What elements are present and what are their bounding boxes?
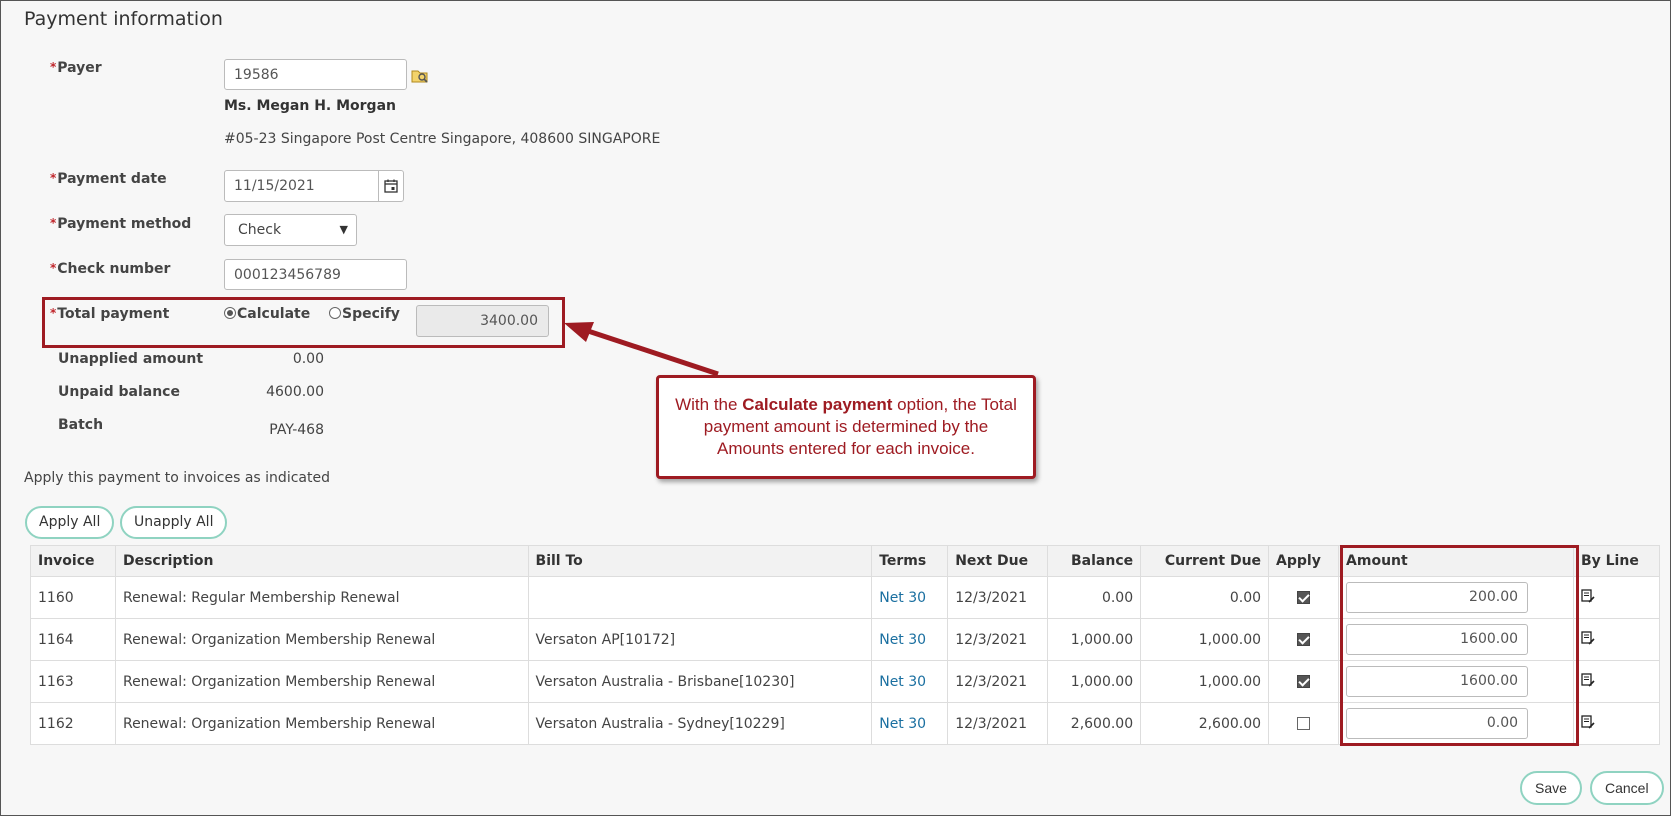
col-description[interactable]: Description — [114, 545, 529, 577]
callout-arrow — [564, 322, 719, 377]
col-by-line[interactable]: By Line — [1572, 545, 1661, 577]
balance-cell: 2,600.00 — [1047, 702, 1142, 745]
current-due-cell: 1,000.00 — [1140, 618, 1270, 661]
lookup-folder-icon[interactable] — [411, 68, 429, 84]
payer-address: #05-23 Singapore Post Centre Singapore, … — [224, 131, 661, 147]
payment-method-value: Check — [238, 222, 282, 238]
col-next-due[interactable]: Next Due — [947, 545, 1049, 577]
required-marker: * — [50, 60, 57, 74]
required-marker: * — [50, 171, 57, 185]
next-due-cell: 12/3/2021 — [947, 702, 1049, 745]
required-marker: * — [50, 261, 57, 275]
batch-label: Batch — [58, 417, 104, 433]
current-due-cell: 0.00 — [1140, 576, 1270, 619]
next-due-cell: 12/3/2021 — [947, 660, 1049, 703]
check-number-input[interactable] — [224, 259, 407, 290]
batch-value: PAY-468 — [269, 422, 324, 438]
description-cell: Renewal: Organization Membership Renewal — [114, 660, 529, 703]
description-cell: Renewal: Regular Membership Renewal — [114, 576, 529, 619]
apply-checkbox[interactable] — [1297, 633, 1311, 646]
terms-link[interactable]: Net 30 — [871, 660, 949, 703]
bill-to-cell: Versaton AP[10172] — [527, 618, 873, 661]
by-line-icon[interactable] — [1581, 714, 1595, 733]
chevron-down-icon: ▼ — [339, 223, 348, 236]
col-current-due[interactable]: Current Due — [1140, 545, 1270, 577]
col-balance[interactable]: Balance — [1047, 545, 1142, 577]
bill-to-cell: Versaton Australia - Sydney[10229] — [527, 702, 873, 745]
current-due-cell: 1,000.00 — [1140, 660, 1270, 703]
bill-to-cell — [527, 576, 873, 619]
invoice-cell: 1163 — [30, 660, 116, 703]
balance-cell: 0.00 — [1047, 576, 1142, 619]
col-apply[interactable]: Apply — [1268, 545, 1340, 577]
page-title: Payment information — [24, 8, 223, 30]
required-marker: * — [50, 216, 57, 230]
payment-date-field[interactable]: 11/15/2021 — [224, 170, 404, 202]
calendar-icon[interactable] — [378, 171, 403, 201]
amount-column-highlight — [1340, 545, 1579, 746]
payer-name: Ms. Megan H. Morgan — [224, 98, 396, 114]
check-number-label: *Check number — [50, 261, 171, 277]
unapplied-amount-label: Unapplied amount — [58, 351, 204, 367]
unapply-all-button[interactable]: Unapply All — [120, 506, 228, 539]
invoice-cell: 1160 — [30, 576, 116, 619]
invoice-cell: 1162 — [30, 702, 116, 745]
total-payment-highlight — [42, 297, 565, 348]
apply-all-button[interactable]: Apply All — [25, 506, 115, 539]
col-invoice[interactable]: Invoice — [30, 545, 116, 577]
current-due-cell: 2,600.00 — [1140, 702, 1270, 745]
unpaid-balance-label: Unpaid balance — [58, 384, 180, 400]
annotation-callout: With the Calculate payment option, the T… — [656, 375, 1036, 479]
save-button[interactable]: Save — [1520, 771, 1582, 805]
payment-date-label: *Payment date — [50, 171, 167, 187]
col-bill-to[interactable]: Bill To — [527, 545, 873, 577]
payer-input[interactable] — [224, 59, 407, 90]
cancel-button[interactable]: Cancel — [1590, 771, 1664, 805]
description-cell: Renewal: Organization Membership Renewal — [114, 618, 529, 661]
bill-to-cell: Versaton Australia - Brisbane[10230] — [527, 660, 873, 703]
apply-checkbox[interactable] — [1297, 591, 1311, 604]
next-due-cell: 12/3/2021 — [947, 618, 1049, 661]
by-line-icon[interactable] — [1581, 630, 1595, 649]
terms-link[interactable]: Net 30 — [871, 576, 949, 619]
apply-caption: Apply this payment to invoices as indica… — [24, 470, 330, 486]
description-cell: Renewal: Organization Membership Renewal — [114, 702, 529, 745]
payment-method-select[interactable]: Check ▼ — [224, 214, 357, 246]
terms-link[interactable]: Net 30 — [871, 618, 949, 661]
apply-checkbox[interactable] — [1297, 675, 1311, 688]
payment-date-value: 11/15/2021 — [234, 178, 315, 194]
next-due-cell: 12/3/2021 — [947, 576, 1049, 619]
balance-cell: 1,000.00 — [1047, 618, 1142, 661]
apply-checkbox[interactable] — [1297, 717, 1311, 730]
by-line-icon[interactable] — [1581, 588, 1595, 607]
balance-cell: 1,000.00 — [1047, 660, 1142, 703]
terms-link[interactable]: Net 30 — [871, 702, 949, 745]
payment-method-label: *Payment method — [50, 216, 192, 232]
unapplied-amount-value: 0.00 — [292, 351, 324, 367]
by-line-icon[interactable] — [1581, 672, 1595, 691]
col-terms[interactable]: Terms — [871, 545, 949, 577]
unpaid-balance-value: 4600.00 — [266, 384, 324, 400]
invoice-cell: 1164 — [30, 618, 116, 661]
payer-label: *Payer — [50, 60, 102, 76]
